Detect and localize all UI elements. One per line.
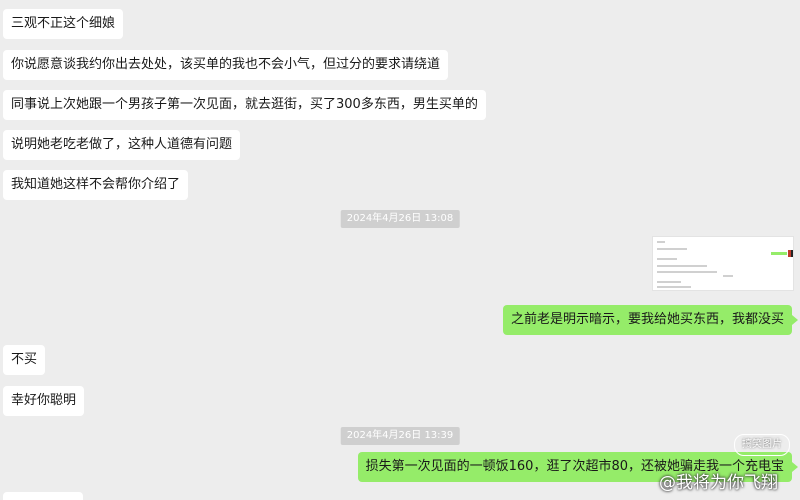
message-bubble-incoming[interactable]: 幸好你聪明: [3, 386, 85, 416]
message-bubble-incoming[interactable]: 同事说上次她跟一个男孩子第一次见面，就去逛街，买了300多东西，男生买单的: [3, 90, 486, 120]
message-bubble-incoming[interactable]: 你说愿意谈我约你出去处处，该买单的我也不会小气，但过分的要求请绕道: [3, 50, 449, 80]
chat-area: 三观不正这个细娘 你说愿意谈我约你出去处处，该买单的我也不会小气，但过分的要求请…: [0, 0, 800, 500]
message-bubble-incoming[interactable]: 我知道她这样不会帮你介绍了: [3, 170, 189, 200]
message-bubble-incoming[interactable]: 不买: [3, 345, 46, 375]
message-bubble-outgoing[interactable]: 之前老是明示暗示，要我给她买东西，我都没买: [502, 305, 799, 335]
timestamp: 2024年4月26日 13:39: [340, 427, 460, 445]
watermark-badge: 搞笑图片: [734, 434, 790, 456]
screenshot-thumbnail[interactable]: [652, 236, 794, 291]
timestamp: 2024年4月26日 13:08: [340, 210, 460, 228]
message-bubble-incoming[interactable]: 说明她老吃老做了，这种人道德有问题: [3, 130, 241, 160]
message-bubble-partial: [3, 492, 83, 500]
watermark: @我将为你飞翔: [659, 473, 778, 493]
message-bubble-incoming[interactable]: 三观不正这个细娘: [3, 9, 124, 39]
